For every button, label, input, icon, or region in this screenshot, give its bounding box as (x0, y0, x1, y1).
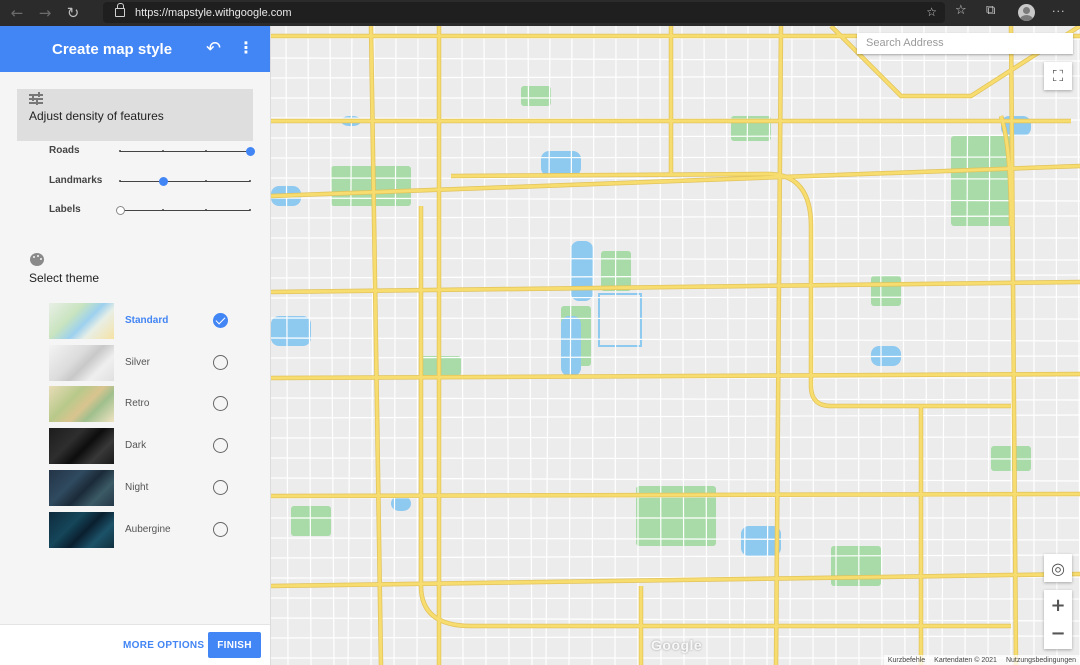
panel-title: Create map style (52, 40, 173, 58)
density-slider[interactable] (119, 147, 255, 156)
slider-thumb[interactable] (116, 206, 125, 215)
collections-icon[interactable]: ⧉ (986, 3, 995, 18)
map-data-text: Kartendaten © 2021 (934, 656, 997, 664)
theme-name: Night (125, 481, 149, 493)
slider-label: Landmarks (49, 175, 103, 186)
slider-tick (204, 180, 207, 182)
slider-tick (119, 150, 121, 152)
url-text: https://mapstyle.withgoogle.com (135, 6, 292, 19)
density-slider-row: Roads (49, 145, 259, 165)
undo-icon[interactable]: ↶ (206, 38, 221, 59)
map-roads-layer (271, 26, 1080, 665)
browser-toolbar: ← → ↻ https://mapstyle.withgoogle.com ☆ … (0, 0, 1080, 26)
add-favorite-icon[interactable]: ☆ (926, 5, 937, 19)
slider-thumb[interactable] (246, 147, 255, 156)
lock-icon (115, 3, 125, 17)
radio-icon[interactable] (213, 438, 228, 454)
theme-name: Silver (125, 356, 151, 368)
reload-icon[interactable]: ↻ (62, 2, 84, 24)
finish-button[interactable]: FINISH (208, 632, 261, 658)
more-options-button[interactable]: MORE OPTIONS (123, 640, 204, 651)
panel-header: Create map style ↶ ⋮ (0, 26, 270, 72)
theme-option-retro[interactable]: Retro (49, 386, 239, 423)
more-vert-icon[interactable]: ⋮ (238, 38, 254, 57)
radio-icon[interactable] (213, 479, 228, 495)
slider-tick (204, 150, 207, 152)
my-location-icon[interactable]: ◎ (1044, 554, 1072, 582)
radio-checked-icon[interactable] (213, 313, 228, 328)
density-slider[interactable] (119, 177, 251, 186)
slider-tick (161, 150, 164, 152)
density-slider[interactable] (116, 206, 251, 215)
slider-tick (119, 180, 121, 182)
density-slider-row: Landmarks (49, 175, 259, 195)
keyboard-shortcuts-link[interactable]: Kurzbefehle (888, 657, 925, 664)
map-canvas[interactable]: Search Address ⛶ ◎ + − Google Kurzbefehl… (271, 26, 1080, 665)
theme-name: Aubergine (125, 523, 171, 535)
radio-icon[interactable] (213, 354, 228, 370)
radio-icon[interactable] (213, 521, 228, 537)
slider-tick (204, 209, 207, 211)
theme-name: Dark (125, 440, 147, 452)
profile-avatar[interactable] (1018, 4, 1035, 21)
theme-thumbnail[interactable] (49, 386, 114, 423)
slider-thumb[interactable] (158, 177, 168, 186)
zoom-control: + − (1044, 590, 1072, 649)
slider-label: Roads (49, 145, 80, 156)
theme-name: Standard (125, 315, 169, 326)
map-attribution: Kurzbefehle Kartendaten © 2021 Nutzungsb… (883, 655, 1080, 665)
density-section-header[interactable]: Adjust density of features (17, 89, 253, 141)
theme-thumbnail[interactable] (49, 511, 114, 548)
theme-title: Select theme (29, 271, 100, 285)
theme-name: Retro (125, 398, 150, 410)
theme-option-aubergine[interactable]: Aubergine (49, 511, 239, 548)
slider-tick (249, 209, 251, 211)
slider-tick (249, 180, 251, 182)
panel-footer: MORE OPTIONS FINISH (0, 624, 270, 665)
zoom-out-icon[interactable]: − (1050, 620, 1065, 648)
terms-link[interactable]: Nutzungsbedingungen (1006, 657, 1076, 664)
slider-label: Labels (49, 204, 81, 215)
slider-tick (161, 209, 164, 211)
favorites-icon[interactable]: ☆ (955, 3, 967, 18)
fullscreen-icon[interactable]: ⛶ (1044, 62, 1072, 90)
density-slider-row: Labels (49, 204, 259, 224)
style-panel: Create map style ↶ ⋮ Adjust density of f… (0, 26, 271, 665)
theme-option-dark[interactable]: Dark (49, 428, 239, 465)
theme-thumbnail[interactable] (49, 303, 114, 339)
more-menu-icon[interactable]: ··· (1052, 5, 1066, 18)
zoom-in-icon[interactable]: + (1050, 592, 1065, 620)
palette-icon (30, 253, 44, 266)
theme-thumbnail[interactable] (49, 428, 114, 465)
search-address-input[interactable]: Search Address (857, 33, 1073, 54)
density-title: Adjust density of features (29, 109, 164, 123)
theme-thumbnail[interactable] (49, 344, 114, 381)
theme-option-silver[interactable]: Silver (49, 344, 239, 381)
tune-icon (29, 92, 43, 105)
google-logo: Google (651, 637, 703, 653)
theme-thumbnail[interactable] (49, 469, 114, 506)
theme-option-night[interactable]: Night (49, 469, 239, 506)
theme-option-standard[interactable]: Standard (49, 303, 239, 339)
back-arrow-icon[interactable]: ← (6, 2, 28, 24)
forward-arrow-icon[interactable]: → (34, 2, 56, 24)
address-bar[interactable]: https://mapstyle.withgoogle.com ☆ (103, 2, 945, 23)
radio-icon[interactable] (213, 396, 228, 412)
